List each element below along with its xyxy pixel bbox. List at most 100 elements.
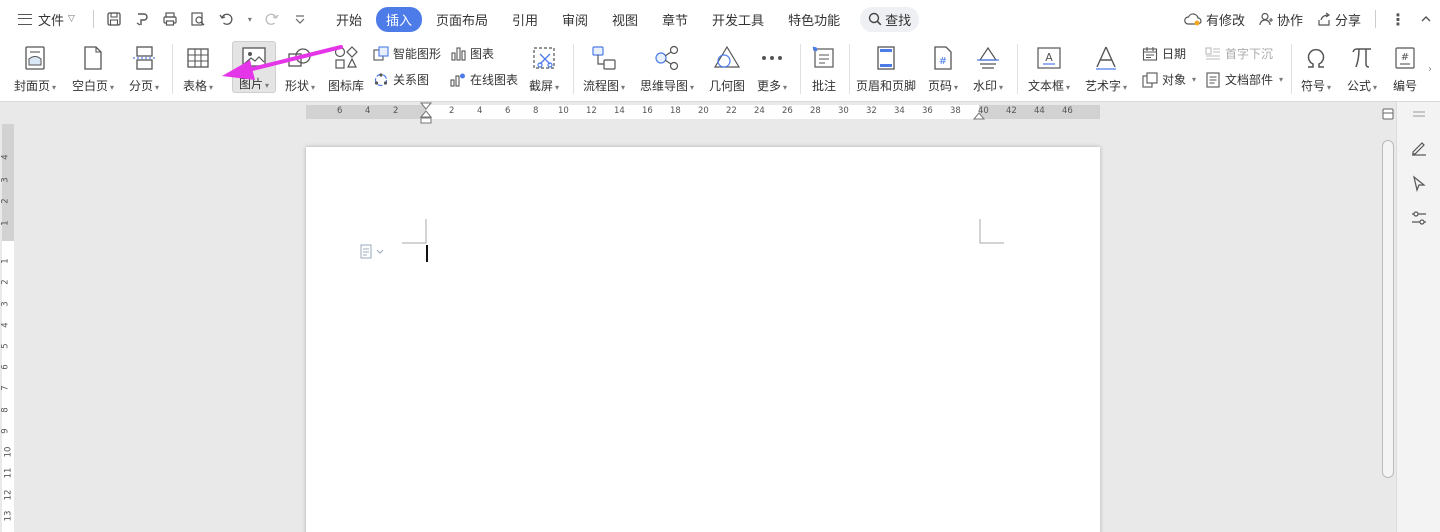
ruler-tick: 42	[1006, 106, 1017, 116]
watermark-icon	[973, 44, 1003, 72]
tab-references[interactable]: 引用	[502, 7, 548, 32]
scrollbar-thumb[interactable]	[1382, 140, 1394, 478]
collaborate-label: 协作	[1276, 13, 1303, 29]
page-navigation-icon[interactable]	[1382, 108, 1394, 120]
tab-special-features[interactable]: 特色功能	[778, 7, 850, 32]
page-number-button[interactable]: # 页码 ▾	[924, 38, 962, 102]
print-preview-icon[interactable]	[186, 7, 210, 31]
chart-label: 图表	[470, 47, 495, 61]
chart-button[interactable]: 图表	[450, 45, 494, 62]
ruler-tick: 10	[3, 446, 14, 458]
blank-page-button[interactable]: 空白页 ▾	[68, 38, 118, 102]
mindmap-icon	[652, 44, 682, 72]
shape-button[interactable]: 形状 ▾	[280, 38, 320, 102]
shape-icon	[285, 44, 315, 72]
more-button[interactable]: 更多 ▾	[752, 38, 792, 102]
ruler-tick: 46	[1062, 106, 1073, 116]
ruler-tick: 36	[922, 106, 933, 116]
icon-library-button[interactable]: 图标库	[324, 38, 368, 102]
dropcap-label: 首字下沉	[1225, 47, 1274, 61]
modified-status-button[interactable]: 有修改	[1184, 10, 1245, 29]
tab-view[interactable]: 视图	[602, 7, 648, 32]
header-footer-button[interactable]: 页眉和页脚	[854, 38, 918, 102]
indent-marker-icon[interactable]	[420, 102, 432, 124]
tab-page-layout[interactable]: 页面布局	[426, 7, 498, 32]
ruler-tick: 6	[337, 106, 343, 116]
relation-diagram-button[interactable]: 关系图	[373, 71, 429, 88]
page-break-button[interactable]: 分页 ▾	[124, 38, 164, 102]
cover-page-button[interactable]: 封面页 ▾	[10, 38, 60, 102]
collapse-ribbon-icon[interactable]	[1420, 13, 1432, 25]
wordart-button[interactable]: 艺术字 ▾	[1082, 38, 1130, 102]
dropcap-icon	[1205, 46, 1220, 60]
vertical-scrollbar[interactable]	[1380, 102, 1396, 532]
tab-section[interactable]: 章节	[652, 7, 698, 32]
cloud-sync-icon	[1184, 13, 1202, 26]
save-icon[interactable]	[102, 7, 126, 31]
online-chart-icon	[450, 73, 465, 87]
settings-sliders-icon[interactable]	[1409, 208, 1429, 228]
more-options-icon[interactable]: ⋮	[1390, 10, 1406, 29]
numbering-button[interactable]: # 编号	[1388, 38, 1422, 102]
collaborate-button[interactable]: 协作	[1259, 10, 1303, 29]
omega-icon	[1301, 44, 1331, 72]
bar-chart-icon	[451, 46, 466, 61]
select-cursor-icon[interactable]	[1409, 174, 1429, 194]
search-button[interactable]: 查找	[860, 6, 920, 32]
picture-button[interactable]: 图片 ▾	[232, 41, 276, 93]
undo-dropdown-icon[interactable]: ▾	[242, 7, 256, 31]
svg-text:#: #	[1401, 52, 1409, 63]
mindmap-label: 思维导图	[639, 79, 688, 93]
textbox-button[interactable]: A 文本框 ▾	[1024, 38, 1074, 102]
flowchart-button[interactable]: 流程图 ▾	[581, 38, 627, 102]
panel-collapse-icon[interactable]	[1409, 104, 1429, 124]
online-chart-button[interactable]: 在线图表	[450, 71, 518, 88]
ribbon-scroll-right-icon[interactable]: ›	[1428, 64, 1432, 75]
customize-toolbar-icon[interactable]	[288, 7, 312, 31]
tab-insert[interactable]: 插入	[375, 6, 422, 32]
watermark-button[interactable]: 水印 ▾	[968, 38, 1008, 102]
right-indent-marker-icon[interactable]	[973, 111, 985, 121]
wordart-icon	[1091, 44, 1121, 72]
pen-edit-icon[interactable]	[1409, 138, 1429, 158]
tab-developer[interactable]: 开发工具	[702, 7, 774, 32]
document-page[interactable]	[306, 147, 1100, 532]
file-menu-button[interactable]: 文件 ▽	[14, 7, 79, 31]
share-button[interactable]: 分享	[1317, 10, 1361, 29]
redo-icon[interactable]	[260, 7, 284, 31]
geometry-button[interactable]: 几何图	[706, 38, 748, 102]
symbol-button[interactable]: 符号 ▾	[1296, 38, 1336, 102]
comment-label: 批注	[811, 79, 836, 93]
undo-icon[interactable]	[214, 7, 238, 31]
print-icon[interactable]	[158, 7, 182, 31]
formula-button[interactable]: 公式 ▾	[1342, 38, 1382, 102]
smart-graphic-button[interactable]: 智能图形	[373, 45, 441, 62]
ruler-tick: 4	[477, 106, 483, 116]
dropcap-button[interactable]: 首字下沉	[1205, 45, 1273, 62]
ruler-tick: 20	[698, 106, 709, 116]
comment-button[interactable]: 批注	[806, 38, 842, 102]
vertical-ruler[interactable]: 4 3 2 1 1 2 3 4 5 6 7 8 9 10 11 12 13	[0, 124, 14, 532]
flowchart-icon	[589, 44, 619, 72]
date-button[interactable]: 日期	[1142, 45, 1186, 62]
icon-library-label: 图标库	[327, 79, 364, 93]
ruler-tick: 9	[0, 428, 11, 434]
horizontal-ruler[interactable]: 6 4 2 2 4 6 8 10 12 14 16 18 20 22 24 26…	[0, 102, 1440, 124]
margin-corner-top-right	[979, 219, 1004, 244]
ruler-tick: 4	[365, 106, 371, 116]
screenshot-button[interactable]: 截屏 ▾	[524, 38, 564, 102]
export-pdf-icon[interactable]	[130, 7, 154, 31]
object-button[interactable]: 对象 ▾	[1142, 71, 1196, 88]
page-number-label: 页码	[927, 79, 952, 93]
divider	[92, 10, 94, 28]
mindmap-button[interactable]: 思维导图 ▾	[638, 38, 696, 102]
tab-review[interactable]: 审阅	[552, 7, 598, 32]
object-label: 对象	[1162, 73, 1187, 87]
share-icon	[1318, 12, 1331, 26]
page-break-icon	[129, 44, 159, 72]
document-parts-button[interactable]: 文档部件 ▾	[1205, 71, 1283, 88]
table-button[interactable]: 表格 ▾	[178, 38, 218, 102]
tab-home[interactable]: 开始	[326, 7, 372, 32]
paste-options-icon[interactable]	[360, 244, 386, 260]
cover-page-icon	[20, 44, 50, 72]
